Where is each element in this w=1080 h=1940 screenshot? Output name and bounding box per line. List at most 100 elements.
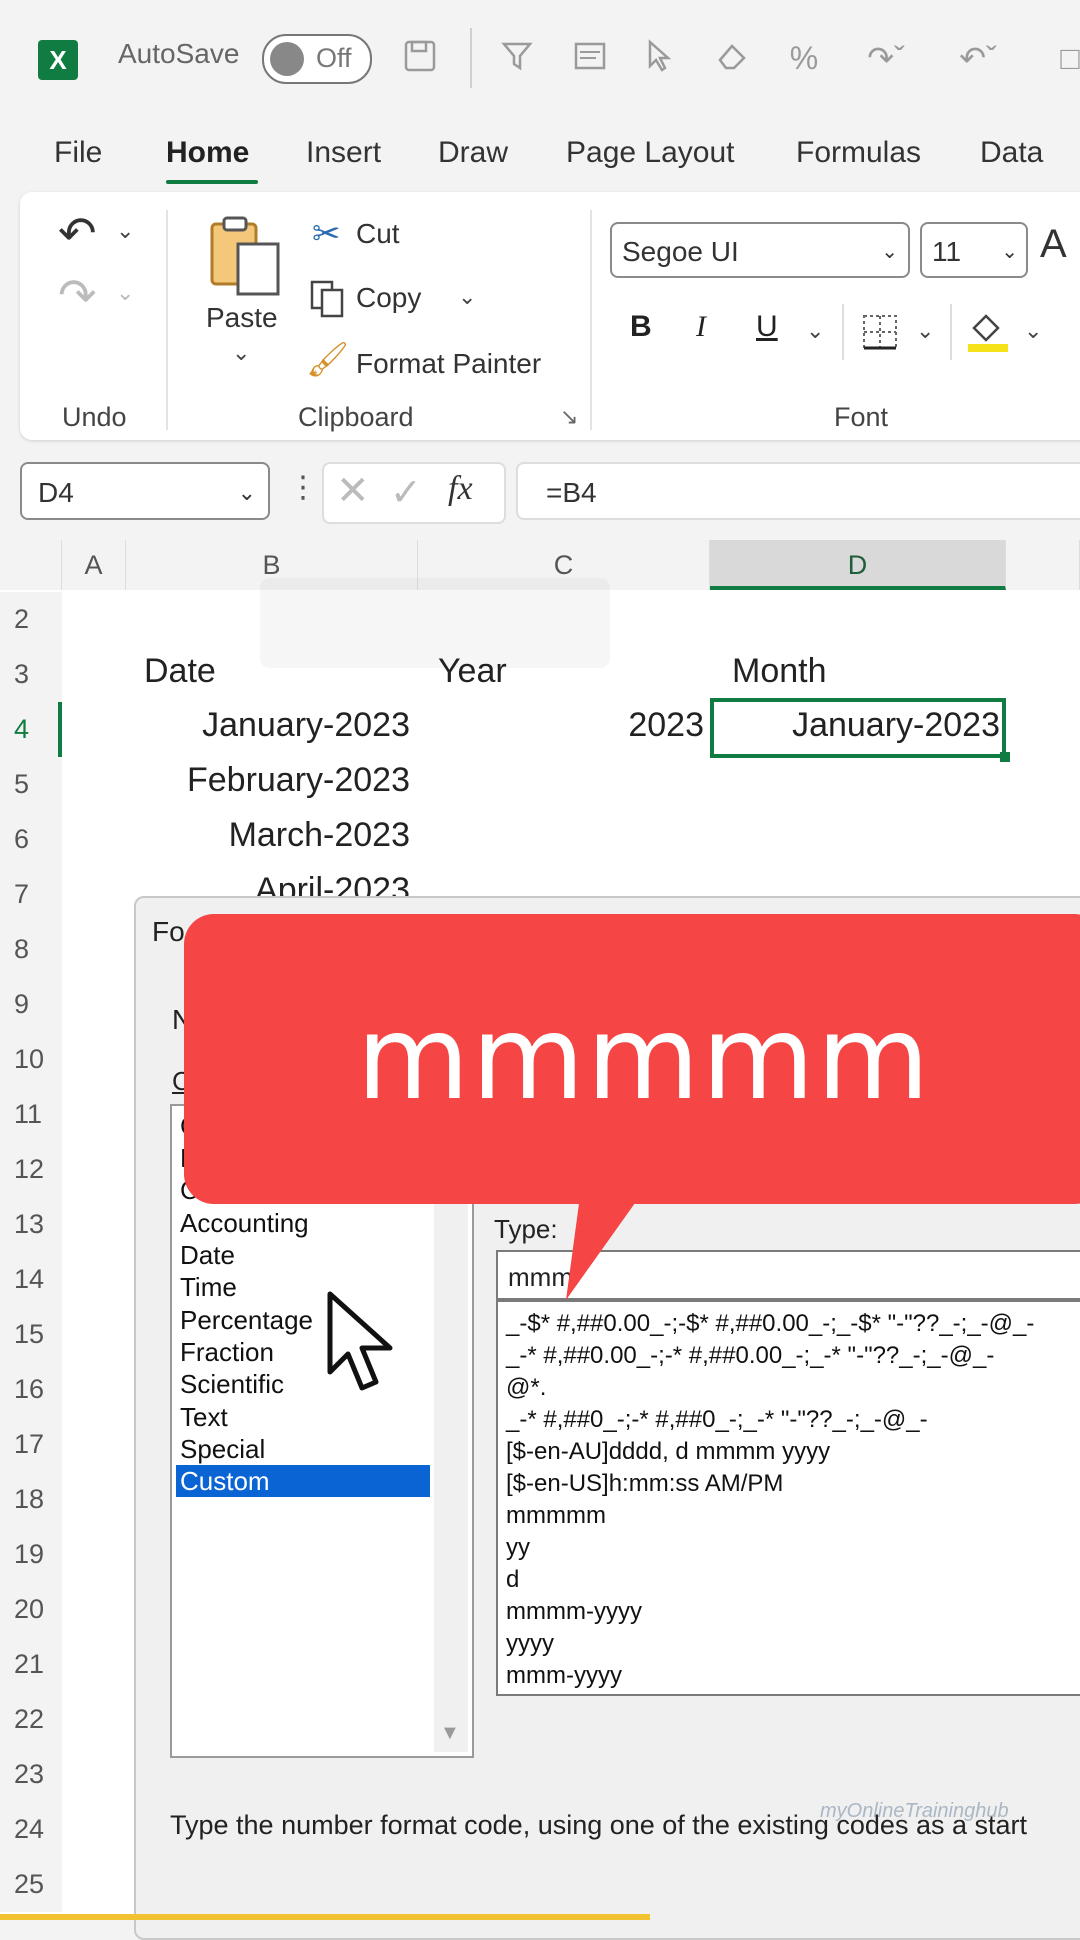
row-header[interactable]: 13 bbox=[0, 1197, 62, 1252]
row-header[interactable]: 8 bbox=[0, 922, 62, 977]
format-painter-icon[interactable]: 🖌 bbox=[306, 340, 349, 380]
filter-clear-icon[interactable] bbox=[498, 38, 538, 78]
scroll-down-icon[interactable]: ▼ bbox=[440, 1722, 460, 1745]
ribbon-undo-icon[interactable]: ↶ bbox=[58, 206, 97, 260]
paste-button[interactable]: Paste bbox=[206, 302, 278, 334]
formula-bar-grip-icon[interactable]: ⋮ bbox=[288, 470, 318, 505]
tab-file[interactable]: File bbox=[54, 136, 102, 170]
font-name-select[interactable]: Segoe UI ⌄ bbox=[610, 222, 910, 278]
copy-icon[interactable] bbox=[308, 278, 348, 323]
italic-button[interactable]: I bbox=[696, 310, 706, 344]
fill-color-dropdown-icon[interactable]: ⌄ bbox=[1024, 318, 1042, 344]
column-header-e[interactable] bbox=[1006, 540, 1080, 590]
underline-dropdown-icon[interactable]: ⌄ bbox=[806, 318, 824, 344]
tab-formulas[interactable]: Formulas bbox=[796, 136, 921, 170]
row-header[interactable]: 10 bbox=[0, 1032, 62, 1087]
row-header[interactable]: 12 bbox=[0, 1142, 62, 1197]
cell-b6[interactable]: March-2023 bbox=[126, 816, 410, 855]
cell-b4[interactable]: January-2023 bbox=[126, 706, 410, 745]
format-code-item[interactable]: @*. bbox=[506, 1372, 546, 1404]
category-item-custom[interactable]: Custom bbox=[176, 1465, 430, 1497]
row-header[interactable]: 11 bbox=[0, 1087, 62, 1142]
save-icon[interactable] bbox=[400, 38, 440, 78]
tab-insert[interactable]: Insert bbox=[306, 136, 381, 170]
redo-icon[interactable]: ↷ˇ bbox=[856, 38, 916, 78]
cell-c4[interactable]: 2023 bbox=[418, 706, 704, 745]
format-code-item[interactable]: d bbox=[506, 1564, 519, 1596]
format-code-item[interactable]: mmmm-yyyy bbox=[506, 1596, 642, 1628]
column-header-a[interactable]: A bbox=[62, 540, 126, 590]
borders-icon[interactable] bbox=[860, 312, 900, 357]
row-header-selected[interactable]: 4 bbox=[0, 702, 62, 757]
enter-icon[interactable]: ✓ bbox=[390, 470, 422, 515]
row-header[interactable]: 3 bbox=[0, 647, 62, 702]
undo-icon[interactable]: ↶ˇ bbox=[948, 38, 1008, 78]
undo-dropdown-icon[interactable]: ⌄ bbox=[116, 218, 134, 244]
row-header[interactable]: 14 bbox=[0, 1252, 62, 1307]
format-code-item[interactable]: _-* #,##0_-;-* #,##0_-;_-* "-"??_-;_-@_- bbox=[506, 1404, 928, 1436]
row-header[interactable]: 17 bbox=[0, 1417, 62, 1472]
format-code-item[interactable]: [$-en-US]h:mm:ss AM/PM bbox=[506, 1468, 783, 1500]
row-header[interactable]: 20 bbox=[0, 1582, 62, 1637]
clipboard-launcher-icon[interactable]: ↘ bbox=[560, 404, 578, 430]
category-item-accounting[interactable]: Accounting bbox=[180, 1207, 309, 1239]
row-header[interactable]: 9 bbox=[0, 977, 62, 1032]
format-code-item[interactable]: yy bbox=[506, 1532, 530, 1564]
row-header[interactable]: 21 bbox=[0, 1637, 62, 1692]
underline-button[interactable]: U bbox=[756, 310, 778, 344]
category-item-time[interactable]: Time bbox=[180, 1271, 237, 1303]
formula-input[interactable]: =B4 bbox=[516, 462, 1080, 520]
format-painter-button[interactable]: Format Painter bbox=[356, 348, 541, 380]
category-item-percentage[interactable]: Percentage bbox=[180, 1304, 313, 1336]
row-header[interactable]: 23 bbox=[0, 1747, 62, 1802]
copy-dropdown-icon[interactable]: ⌄ bbox=[458, 284, 476, 310]
percent-style-icon[interactable]: % bbox=[784, 38, 824, 78]
format-code-item[interactable]: mmmmm bbox=[506, 1500, 606, 1532]
row-header[interactable]: 18 bbox=[0, 1472, 62, 1527]
font-size-select[interactable]: 11 ⌄ bbox=[920, 222, 1028, 278]
category-item-special[interactable]: Special bbox=[180, 1433, 265, 1465]
format-code-item[interactable]: yyyy bbox=[506, 1628, 554, 1660]
select-all-corner[interactable] bbox=[0, 540, 62, 590]
row-header[interactable]: 25 bbox=[0, 1857, 62, 1912]
cell-d3[interactable]: Month bbox=[732, 652, 827, 691]
row-header[interactable]: 6 bbox=[0, 812, 62, 867]
paste-dropdown-icon[interactable]: ⌄ bbox=[232, 340, 250, 366]
cell-c3[interactable]: Year bbox=[438, 652, 507, 691]
tab-home[interactable]: Home bbox=[166, 136, 249, 170]
cell-b5[interactable]: February-2023 bbox=[126, 761, 410, 800]
row-header[interactable]: 16 bbox=[0, 1362, 62, 1417]
insert-function-button[interactable]: fx bbox=[448, 470, 473, 508]
row-header[interactable]: 5 bbox=[0, 757, 62, 812]
cancel-icon[interactable]: ✕ bbox=[336, 468, 370, 514]
row-header[interactable]: 15 bbox=[0, 1307, 62, 1362]
fill-handle[interactable] bbox=[1000, 752, 1010, 762]
cell-b3[interactable]: Date bbox=[144, 652, 216, 691]
category-item-scientific[interactable]: Scientific bbox=[180, 1368, 284, 1400]
redo-dropdown-icon[interactable]: ⌄ bbox=[116, 280, 134, 306]
row-header[interactable]: 7 bbox=[0, 867, 62, 922]
category-item-fraction[interactable]: Fraction bbox=[180, 1336, 274, 1368]
paste-icon[interactable] bbox=[208, 214, 282, 303]
tab-page-layout[interactable]: Page Layout bbox=[566, 136, 734, 170]
bold-button[interactable]: B bbox=[630, 310, 652, 344]
row-header[interactable]: 22 bbox=[0, 1692, 62, 1747]
scissors-icon[interactable]: ✂ bbox=[312, 214, 341, 254]
column-header-d[interactable]: D bbox=[710, 540, 1006, 590]
select-pointer-icon[interactable] bbox=[640, 38, 680, 78]
tab-draw[interactable]: Draw bbox=[438, 136, 508, 170]
increase-font-icon[interactable]: A bbox=[1040, 222, 1067, 267]
eraser-icon[interactable] bbox=[712, 38, 752, 78]
format-code-item[interactable]: _-* #,##0.00_-;-* #,##0.00_-;_-* "-"??_-… bbox=[506, 1340, 994, 1372]
row-header[interactable]: 2 bbox=[0, 592, 62, 647]
cut-button[interactable]: Cut bbox=[356, 218, 400, 250]
form-icon[interactable] bbox=[570, 38, 610, 78]
row-header[interactable]: 19 bbox=[0, 1527, 62, 1582]
format-code-item[interactable]: [$-en-AU]dddd, d mmmm yyyy bbox=[506, 1436, 830, 1468]
format-code-item[interactable]: mmm-yyyy bbox=[506, 1660, 622, 1692]
name-box[interactable]: D4 ⌄ bbox=[20, 462, 270, 520]
copy-button[interactable]: Copy bbox=[356, 282, 421, 314]
row-header[interactable]: 24 bbox=[0, 1802, 62, 1857]
category-item-text[interactable]: Text bbox=[180, 1401, 228, 1433]
autosave-toggle[interactable]: Off bbox=[262, 34, 372, 84]
